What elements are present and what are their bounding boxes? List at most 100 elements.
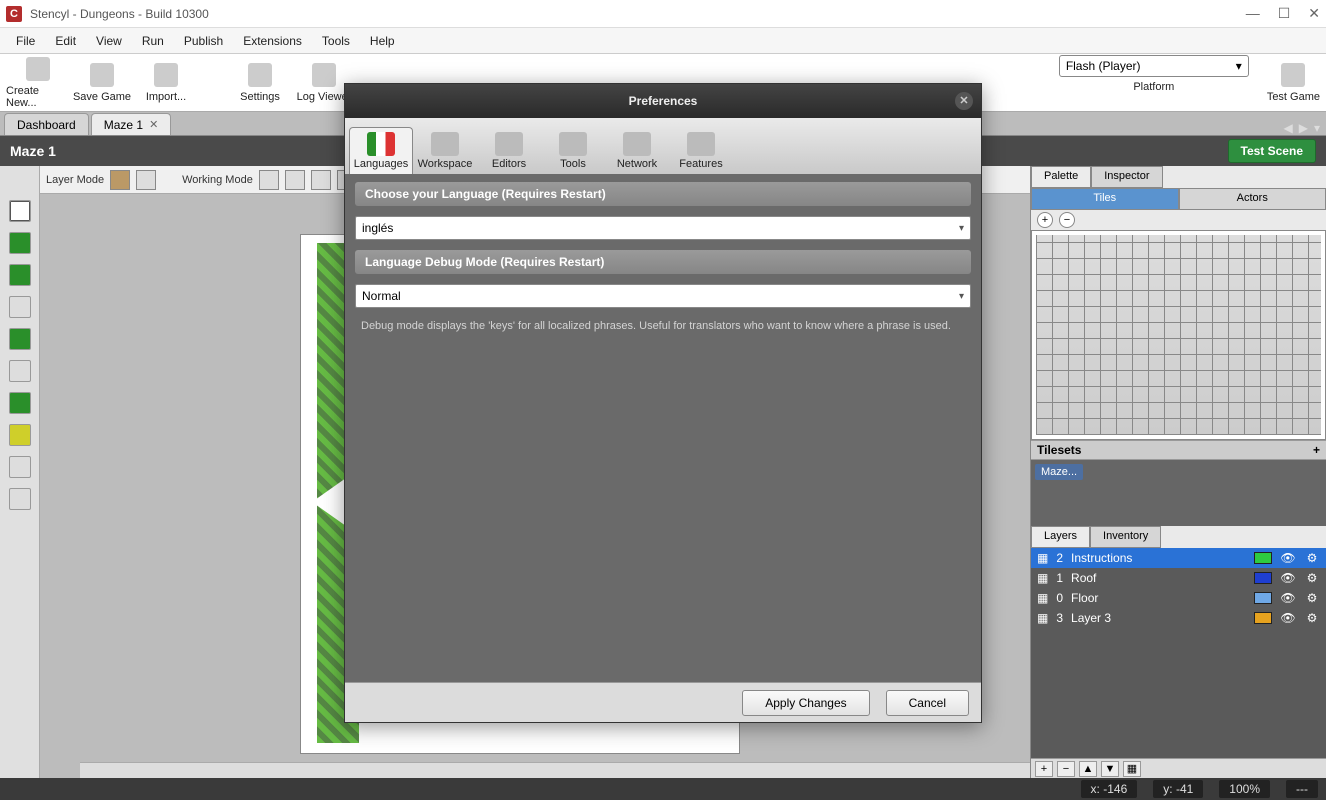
tab-next-icon[interactable]: ▶: [1299, 121, 1308, 135]
preferences-dialog: Preferences ✕ Languages Workspace Editor…: [344, 83, 982, 723]
pencil-tool[interactable]: [9, 232, 31, 254]
tab-palette[interactable]: Palette: [1031, 166, 1091, 188]
add-layer-button[interactable]: +: [1035, 761, 1053, 777]
add-tileset-icon[interactable]: +: [1313, 443, 1320, 457]
horizontal-scrollbar[interactable]: [80, 762, 1030, 778]
tab-maze-1[interactable]: Maze 1 ✕: [91, 113, 172, 135]
layer-row[interactable]: ▦ 2 Instructions 👁 ⚙: [1031, 548, 1326, 568]
pointer-tool[interactable]: [9, 200, 31, 222]
menu-publish[interactable]: Publish: [174, 31, 233, 51]
working-mode-1[interactable]: [259, 170, 279, 190]
status-y: y: -41: [1153, 780, 1203, 798]
layers-list: ▦ 2 Instructions 👁 ⚙ ▦ 1 Roof 👁 ⚙ ▦ 0 Fl…: [1031, 548, 1326, 758]
gear-icon[interactable]: ⚙: [1304, 571, 1320, 585]
layer-up-button[interactable]: ▲: [1079, 761, 1097, 777]
layer-extra-button[interactable]: ▦: [1123, 761, 1141, 777]
flag-icon: [367, 132, 395, 156]
create-new-button[interactable]: Create New...: [6, 57, 70, 109]
visibility-icon[interactable]: 👁: [1280, 571, 1296, 585]
zoom-in-tool[interactable]: [9, 456, 31, 478]
visibility-icon[interactable]: 👁: [1280, 611, 1296, 625]
chevron-down-icon: ▾: [959, 223, 964, 234]
gear-icon[interactable]: ⚙: [1304, 591, 1320, 605]
tile-tool[interactable]: [9, 328, 31, 350]
subtab-actors[interactable]: Actors: [1179, 188, 1326, 210]
settings-button[interactable]: Settings: [228, 63, 292, 103]
menubar: File Edit View Run Publish Extensions To…: [0, 28, 1326, 54]
pref-tab-languages[interactable]: Languages: [349, 127, 413, 174]
line-tool[interactable]: [9, 360, 31, 382]
tab-menu-icon[interactable]: ▾: [1314, 121, 1320, 135]
layer-row[interactable]: ▦ 1 Roof 👁 ⚙: [1031, 568, 1326, 588]
menu-run[interactable]: Run: [132, 31, 174, 51]
zoom-out-tool[interactable]: [9, 488, 31, 510]
rect-tool[interactable]: [9, 392, 31, 414]
subtab-tiles[interactable]: Tiles: [1031, 188, 1179, 210]
bucket-tool[interactable]: [9, 296, 31, 318]
debug-section-header: Language Debug Mode (Requires Restart): [355, 250, 971, 274]
tileset-item[interactable]: Maze...: [1035, 464, 1083, 480]
apply-changes-button[interactable]: Apply Changes: [742, 690, 869, 716]
dialog-close-button[interactable]: ✕: [955, 92, 973, 110]
pref-tab-workspace[interactable]: Workspace: [413, 127, 477, 174]
tab-prev-icon[interactable]: ◀: [1284, 121, 1293, 135]
gear-icon[interactable]: ⚙: [1304, 551, 1320, 565]
gear-icon[interactable]: ⚙: [1304, 611, 1320, 625]
tab-dashboard[interactable]: Dashboard: [4, 113, 89, 135]
import-button[interactable]: Import...: [134, 63, 198, 103]
grid-icon: [495, 132, 523, 156]
status-x: x: -146: [1081, 780, 1138, 798]
pref-tab-editors[interactable]: Editors: [477, 127, 541, 174]
test-scene-button[interactable]: Test Scene: [1228, 139, 1316, 163]
layer-row[interactable]: ▦ 0 Floor 👁 ⚙: [1031, 588, 1326, 608]
monitor-icon: [431, 132, 459, 156]
layer-mode-1[interactable]: [110, 170, 130, 190]
layer-row[interactable]: ▦ 3 Layer 3 👁 ⚙: [1031, 608, 1326, 628]
test-game-button[interactable]: Test Game: [1267, 63, 1320, 103]
layer-color-swatch[interactable]: [1254, 572, 1272, 584]
pref-tab-features[interactable]: Features: [669, 127, 733, 174]
tab-close-icon[interactable]: ✕: [149, 118, 158, 131]
select-tool[interactable]: [9, 424, 31, 446]
tab-inspector[interactable]: Inspector: [1091, 166, 1162, 188]
tileset-zoom-in[interactable]: +: [1037, 212, 1053, 228]
menu-file[interactable]: File: [6, 31, 45, 51]
language-select[interactable]: inglés ▾: [355, 216, 971, 240]
right-panel: Palette Inspector Tiles Actors + − Tiles…: [1030, 166, 1326, 778]
menu-help[interactable]: Help: [360, 31, 405, 51]
pref-tab-tools[interactable]: Tools: [541, 127, 605, 174]
close-button[interactable]: ✕: [1308, 5, 1320, 22]
layer-icon: ▦: [1037, 611, 1048, 625]
visibility-icon[interactable]: 👁: [1280, 551, 1296, 565]
layer-mode-2[interactable]: [136, 170, 156, 190]
menu-view[interactable]: View: [86, 31, 132, 51]
save-game-button[interactable]: Save Game: [70, 63, 134, 103]
platform-select[interactable]: Flash (Player) ▾: [1059, 55, 1249, 77]
visibility-icon[interactable]: 👁: [1280, 591, 1296, 605]
statusbar: x: -146 y: -41 100% ---: [0, 778, 1326, 800]
pref-tab-network[interactable]: Network: [605, 127, 669, 174]
working-mode-3[interactable]: [311, 170, 331, 190]
tileset-zoom-out[interactable]: −: [1059, 212, 1075, 228]
grid-tool[interactable]: [9, 264, 31, 286]
tab-layers[interactable]: Layers: [1031, 526, 1090, 548]
debug-mode-select[interactable]: Normal ▾: [355, 284, 971, 308]
layer-down-button[interactable]: ▼: [1101, 761, 1119, 777]
maximize-button[interactable]: ☐: [1278, 5, 1291, 22]
working-mode-2[interactable]: [285, 170, 305, 190]
layer-color-swatch[interactable]: [1254, 592, 1272, 604]
menu-extensions[interactable]: Extensions: [233, 31, 312, 51]
layer-color-swatch[interactable]: [1254, 552, 1272, 564]
tab-inventory[interactable]: Inventory: [1090, 526, 1161, 548]
remove-layer-button[interactable]: −: [1057, 761, 1075, 777]
play-triangle-icon[interactable]: [312, 478, 346, 526]
tileset-preview[interactable]: [1031, 230, 1326, 440]
layer-color-swatch[interactable]: [1254, 612, 1272, 624]
minimize-button[interactable]: —: [1246, 5, 1260, 22]
layer-icon: ▦: [1037, 571, 1048, 585]
menu-edit[interactable]: Edit: [45, 31, 86, 51]
status-extra: ---: [1286, 780, 1318, 798]
menu-tools[interactable]: Tools: [312, 31, 360, 51]
cancel-button[interactable]: Cancel: [886, 690, 969, 716]
layer-icon: ▦: [1037, 591, 1048, 605]
